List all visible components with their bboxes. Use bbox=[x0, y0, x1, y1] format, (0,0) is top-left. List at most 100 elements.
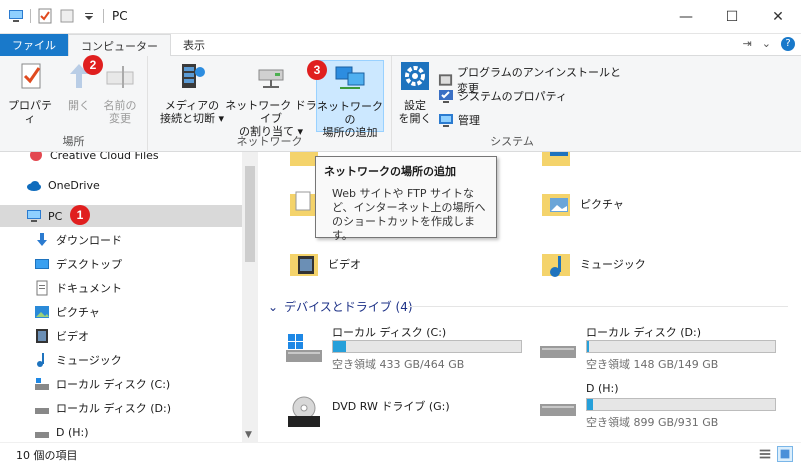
nav-item-pc[interactable]: PC bbox=[0, 205, 242, 227]
music-note-icon bbox=[37, 353, 44, 367]
window-title: PC bbox=[112, 9, 128, 23]
nav-item-downloads[interactable]: ダウンロード bbox=[0, 229, 242, 251]
scroll-down-icon[interactable]: ▼ bbox=[245, 430, 252, 440]
group-network-label: ネットワーク bbox=[236, 135, 303, 148]
drive-local-c[interactable]: ローカル ディスク (C:) 空き領域 433 GB/464 GB bbox=[284, 324, 534, 371]
ribbon-tabs: ファイル コンピューター 表示 ⇥ ⌄ ? bbox=[0, 34, 801, 56]
properties-qat-icon[interactable] bbox=[37, 8, 53, 24]
chevron-down-icon[interactable]: ⌄ bbox=[268, 300, 278, 314]
nav-item-videos[interactable]: ビデオ bbox=[0, 325, 242, 347]
manage-button[interactable]: 管理 bbox=[438, 112, 480, 128]
folder-desktop-partial-2[interactable] bbox=[540, 152, 572, 170]
media-connect-button[interactable]: メディアの 接続と切断 ▾ bbox=[158, 60, 226, 125]
drive-name: DVD RW ドライブ (G:) bbox=[332, 400, 450, 413]
videos-folder-icon bbox=[290, 254, 318, 276]
drive-usage-fill bbox=[587, 399, 593, 410]
minimize-button[interactable]: — bbox=[663, 0, 709, 34]
drive-usage-bar bbox=[586, 398, 776, 411]
uninstall-icon bbox=[438, 74, 453, 86]
properties-button[interactable]: プロパティ bbox=[6, 60, 54, 125]
music-folder-icon bbox=[542, 254, 570, 277]
system-properties-icon bbox=[439, 90, 453, 103]
navigation-pane: Creative Cloud Files OneDrive PC ダウンロード … bbox=[0, 152, 258, 442]
folder-pictures[interactable]: ピクチャ bbox=[540, 188, 624, 220]
drive-local-d[interactable]: ローカル ディスク (D:) 空き領域 148 GB/149 GB bbox=[538, 324, 788, 371]
creative-cloud-icon bbox=[30, 152, 42, 161]
film-icon bbox=[36, 329, 48, 343]
nav-item-drive-h[interactable]: D (H:) bbox=[0, 421, 242, 442]
nav-item-pictures[interactable]: ピクチャ bbox=[0, 301, 242, 323]
nav-item-onedrive[interactable]: OneDrive bbox=[0, 174, 242, 196]
hard-drive-icon bbox=[540, 346, 576, 358]
pc-icon[interactable] bbox=[8, 8, 24, 24]
folder-videos[interactable]: ビデオ bbox=[288, 248, 361, 280]
properties-label: プロパティ bbox=[8, 99, 52, 125]
desktop-icon bbox=[35, 259, 49, 269]
qat-dropdown-icon[interactable] bbox=[81, 8, 97, 24]
item-count: 10 個の項目 bbox=[16, 449, 78, 462]
properties-icon bbox=[21, 63, 41, 89]
nav-item-label: ドキュメント bbox=[56, 282, 122, 295]
system-properties-label: システムのプロパティ bbox=[458, 90, 568, 103]
nav-item-label: ローカル ディスク (D:) bbox=[56, 402, 171, 415]
new-folder-qat-icon[interactable] bbox=[59, 8, 75, 24]
map-drive-button[interactable]: ネットワーク ドライブ の割り当て ▾ bbox=[224, 60, 318, 138]
nav-item-documents[interactable]: ドキュメント bbox=[0, 277, 242, 299]
drive-free-space: 空き領域 148 GB/149 GB bbox=[586, 358, 719, 371]
annotation-badge-3: 3 bbox=[307, 60, 327, 80]
ribbon-collapse-icon[interactable]: ⌄ bbox=[762, 37, 771, 51]
nav-item-label: ミュージック bbox=[56, 354, 122, 367]
folder-label: ビデオ bbox=[328, 258, 361, 271]
hard-drive-icon bbox=[540, 404, 576, 416]
nav-item-label: Creative Cloud Files bbox=[50, 152, 159, 162]
nav-scrollbar-thumb[interactable] bbox=[245, 166, 255, 262]
help-icon[interactable]: ? bbox=[781, 37, 795, 51]
nav-item-label: ビデオ bbox=[56, 330, 89, 343]
tab-file[interactable]: ファイル bbox=[0, 34, 68, 56]
folder-music[interactable]: ミュージック bbox=[540, 248, 646, 280]
group-location-label: 場所 bbox=[62, 135, 85, 148]
pictures-folder-icon bbox=[542, 194, 570, 216]
nav-item-local-d[interactable]: ローカル ディスク (D:) bbox=[0, 397, 242, 419]
drive-dvd-g[interactable]: DVD RW ドライブ (G:) bbox=[284, 388, 534, 434]
folder-label: ピクチャ bbox=[580, 198, 624, 211]
nav-item-desktop[interactable]: デスクトップ bbox=[0, 253, 242, 275]
open-settings-button[interactable]: 設定 を開く bbox=[396, 60, 434, 125]
media-server-icon bbox=[182, 64, 205, 88]
quick-access-toolbar bbox=[8, 8, 104, 24]
windows-drive-icon bbox=[35, 378, 49, 390]
drive-usage-fill bbox=[587, 341, 589, 352]
nav-scrollbar[interactable]: ▼ bbox=[242, 152, 258, 442]
dvd-drive-icon bbox=[288, 396, 320, 427]
section-divider bbox=[408, 306, 788, 307]
devices-section-header[interactable]: ⌄ デバイスとドライブ (4) bbox=[268, 298, 413, 315]
onedrive-cloud-icon bbox=[27, 181, 41, 191]
drive-free-space: 空き領域 899 GB/931 GB bbox=[586, 416, 719, 429]
nav-item-local-c[interactable]: ローカル ディスク (C:) bbox=[0, 373, 242, 395]
maximize-button[interactable]: ☐ bbox=[709, 0, 755, 34]
gear-icon bbox=[401, 62, 429, 90]
settings-label-1: 設定 bbox=[404, 99, 426, 112]
open-label: 開く bbox=[68, 99, 90, 112]
rename-button[interactable]: 名前の 変更 bbox=[100, 60, 140, 125]
nav-item-label: PC bbox=[48, 209, 63, 223]
nav-item-creative-cloud[interactable]: Creative Cloud Files bbox=[0, 152, 242, 166]
nav-item-label: ダウンロード bbox=[56, 234, 122, 247]
group-location: プロパティ 開く 名前の 変更 場所 bbox=[0, 56, 148, 152]
drive-usage-bar bbox=[586, 340, 776, 353]
tab-computer[interactable]: コンピューター bbox=[68, 34, 171, 56]
manage-label: 管理 bbox=[458, 114, 480, 127]
drive-h[interactable]: D (H:) 空き領域 899 GB/931 GB bbox=[538, 382, 788, 429]
pin-ribbon-icon[interactable]: ⇥ bbox=[743, 37, 752, 51]
network-location-icon bbox=[335, 66, 365, 89]
nav-item-label: ローカル ディスク (C:) bbox=[56, 378, 171, 391]
hard-drive-icon bbox=[35, 432, 49, 438]
nav-item-label: OneDrive bbox=[48, 178, 100, 192]
details-view-icon[interactable] bbox=[757, 446, 773, 462]
large-icons-view-icon[interactable] bbox=[777, 446, 793, 462]
close-button[interactable]: ✕ bbox=[755, 0, 801, 34]
system-properties-button[interactable]: システムのプロパティ bbox=[438, 88, 567, 104]
rename-icon bbox=[106, 66, 134, 88]
nav-item-music[interactable]: ミュージック bbox=[0, 349, 242, 371]
tab-view[interactable]: 表示 bbox=[171, 34, 217, 56]
